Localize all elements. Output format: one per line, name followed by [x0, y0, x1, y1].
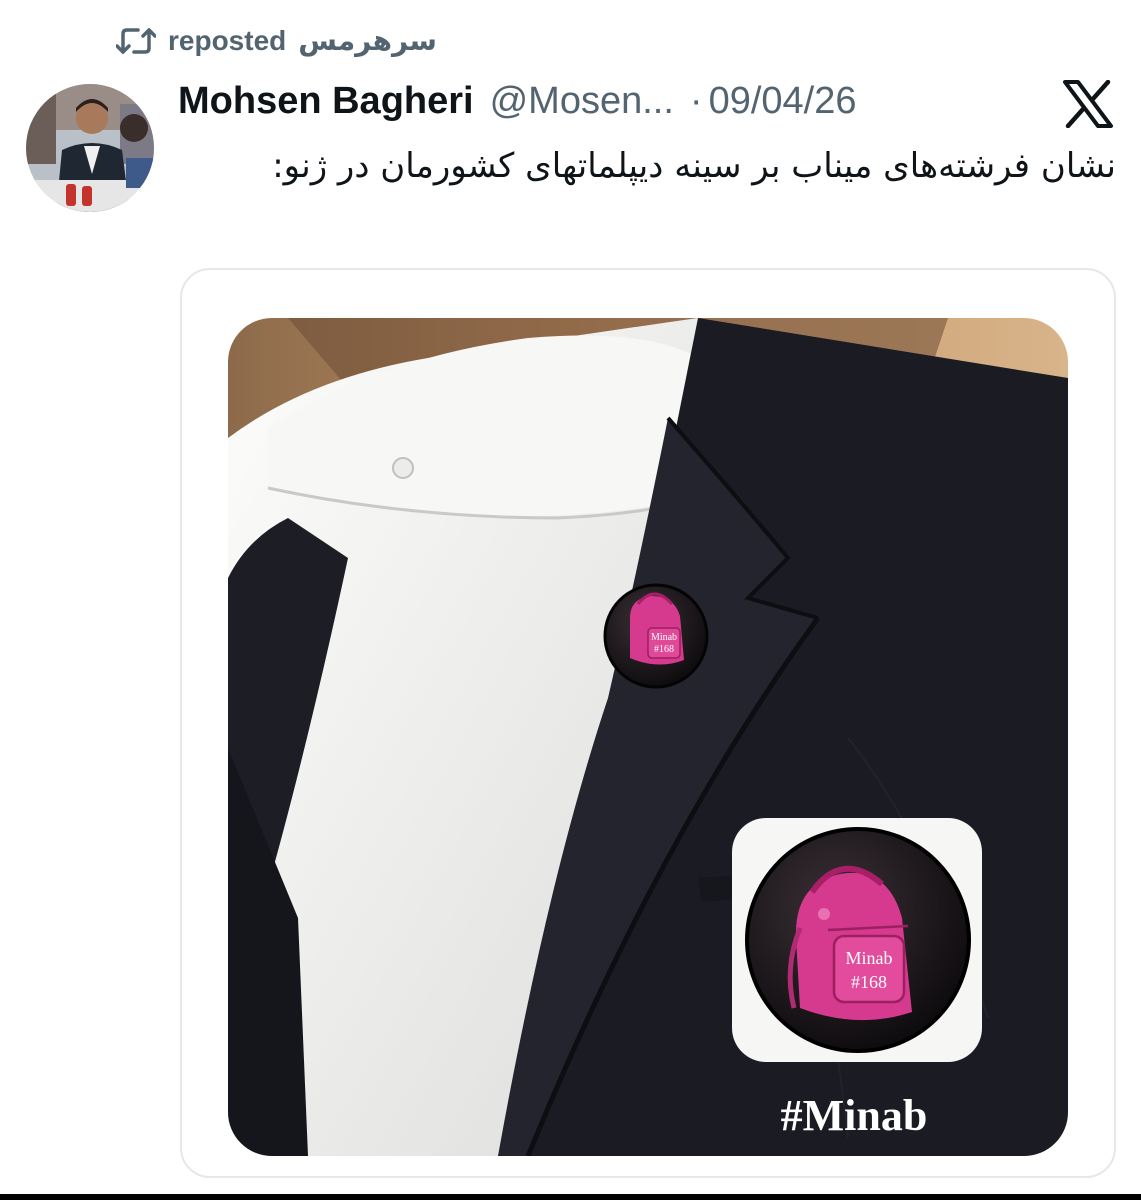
repost-label: reposted — [168, 24, 287, 56]
repost-icon — [116, 27, 156, 54]
small-pin-text-1: Minab — [651, 632, 677, 643]
pin-closeup-inset: Minab #168 — [732, 818, 982, 1062]
small-pin-text-2: #168 — [654, 644, 674, 655]
author-name[interactable]: Mohsen Bagheri — [178, 80, 474, 123]
x-logo-icon — [1062, 79, 1114, 133]
post-date[interactable]: 09/04/26 — [709, 80, 857, 123]
small-pin: Minab #168 — [603, 583, 709, 689]
author-handle[interactable]: @Mosen... — [490, 80, 674, 123]
reposter-name[interactable]: سرهرمس — [298, 24, 437, 57]
large-pin-text-2: #168 — [851, 972, 887, 992]
post-photo[interactable]: Minab #168 Minab #168 — [228, 318, 1068, 1156]
author-avatar[interactable] — [26, 84, 154, 212]
large-pin-text-1: Minab — [846, 948, 893, 968]
post-header: Mohsen Bagheri @Mosen... · 09/04/26 — [178, 80, 857, 123]
photo-hashtag: #Minab — [780, 1091, 928, 1140]
media-card[interactable]: Minab #168 Minab #168 — [180, 268, 1116, 1178]
separator-dot: · — [689, 80, 703, 122]
repost-header[interactable]: reposted سرهرمس — [116, 24, 437, 57]
bottom-divider — [0, 1194, 1141, 1200]
post-text: نشان فرشته‌های میناب بر سینه دیپلماتهای … — [272, 146, 1116, 186]
